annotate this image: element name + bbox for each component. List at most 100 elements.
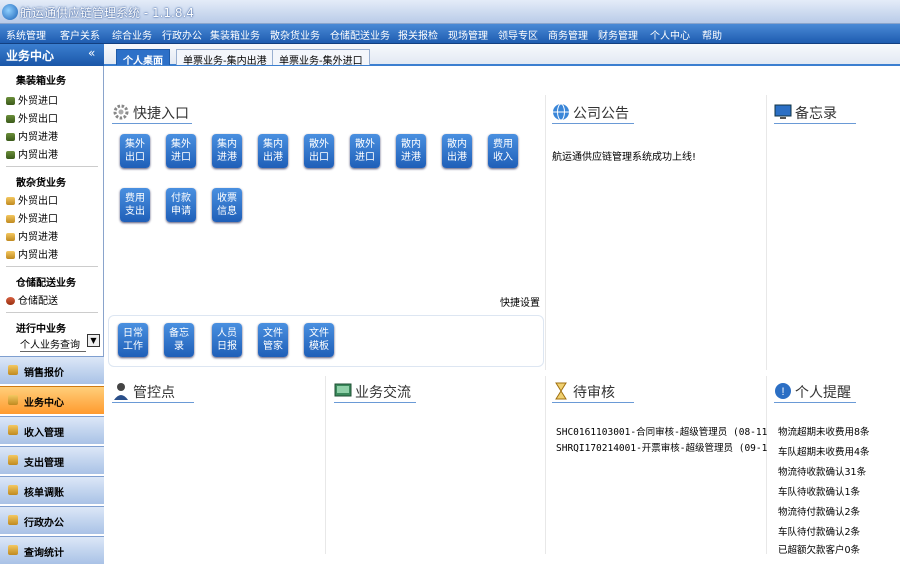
pending-review-title: 待审核 [552,382,615,402]
menu-help[interactable]: 帮助 [702,27,722,42]
cargo-icon [6,197,15,205]
reminder-item[interactable]: 物流待收款确认31条 [778,464,866,478]
nav-admin[interactable]: 行政办公 [0,506,104,534]
divider [545,95,546,370]
ship-icon [6,115,15,123]
quick-btn-container-export[interactable]: 集外 出口 [120,134,150,168]
monitor-icon [774,103,792,121]
menu-bulk[interactable]: 散杂货业务 [270,27,320,42]
lock-icon [8,485,18,495]
tab-container-import[interactable]: 单票业务-集外进口 [272,49,370,67]
ongoing-select-value: 个人业务查询 [20,336,86,352]
globe-icon [552,103,570,121]
info-icon: ! [774,382,792,400]
cargo-icon [6,215,15,223]
tab-container-outbound[interactable]: 单票业务-集内出港 [176,49,274,67]
control-point-title: 管控点 [112,382,175,402]
sidebar-section-bulk: 散杂货业务 [16,178,66,189]
business-exchange-title: 业务交流 [334,382,411,402]
title-underline [112,402,194,403]
tool-daily-report[interactable]: 人员 日报 [212,323,242,357]
title-underline [334,402,416,403]
sidebar-item[interactable]: 内贸进港 [6,228,58,243]
nav-expense[interactable]: 支出管理 [0,446,104,474]
title-underline [552,402,634,403]
menu-admin[interactable]: 行政办公 [162,27,202,42]
nav-sales-quote[interactable]: 销售报价 [0,356,104,384]
menu-site[interactable]: 现场管理 [448,27,488,42]
sidebar-item[interactable]: 内贸进港 [6,128,58,143]
menu-warehouse[interactable]: 仓储配送业务 [330,27,390,42]
sidebar-item[interactable]: 外贸进口 [6,92,58,107]
title-underline [112,123,192,124]
menu-leader[interactable]: 领导专区 [498,27,538,42]
reminder-item[interactable]: 车队待收款确认1条 [778,484,860,498]
title-underline [774,402,856,403]
chevron-down-icon[interactable]: ▼ [87,334,100,347]
sidebar-item[interactable]: 外贸出口 [6,110,58,125]
collapse-icon[interactable]: « [88,46,95,60]
menu-business[interactable]: 商务管理 [548,27,588,42]
quick-btn-domestic-in[interactable]: 集内 进港 [212,134,242,168]
divider [325,376,326,554]
ongoing-select[interactable]: 个人业务查询 ▼ [20,334,102,352]
reminder-item[interactable]: 物流待付款确认2条 [778,504,860,518]
title-underline [774,123,856,124]
menu-customs[interactable]: 报关报检 [398,27,438,42]
quick-btn-invoice-info[interactable]: 收票 信息 [212,188,242,222]
tool-memo[interactable]: 备忘录 [164,323,194,357]
person-icon [112,382,130,400]
reminder-item[interactable]: 物流超期未收费用8条 [778,424,870,438]
sidebar-item[interactable]: 内贸出港 [6,246,58,261]
quick-btn-container-import[interactable]: 集外 进口 [166,134,196,168]
nav-income[interactable]: 收入管理 [0,416,104,444]
income-icon [8,425,18,435]
tool-file-manager[interactable]: 文件 管家 [258,323,288,357]
quick-btn-fee-expense[interactable]: 费用 支出 [120,188,150,222]
menu-general[interactable]: 综合业务 [112,27,152,42]
review-item[interactable]: SHC0161103001-合同审核-超级管理员 (08-11 [556,424,767,438]
expense-icon [8,455,18,465]
quick-btn-fee-income[interactable]: 费用 收入 [488,134,518,168]
sidebar-section-container: 集装箱业务 [16,76,66,87]
quick-btn-bulk-import[interactable]: 散外 进口 [350,134,380,168]
tab-personal-desktop[interactable]: 个人桌面 [116,49,170,67]
tool-daily-work[interactable]: 日常 工作 [118,323,148,357]
title-underline [552,123,634,124]
divider [6,312,98,313]
sidebar-item[interactable]: 内贸出港 [6,146,58,161]
ship-icon [6,151,15,159]
quick-settings-link[interactable]: 快捷设置 [500,294,540,309]
sidebar-item[interactable]: 外贸进口 [6,210,58,225]
sidebar-item[interactable]: 外贸出口 [6,192,58,207]
sidebar-title: 业务中心 [6,49,55,63]
cargo-icon [6,251,15,259]
quick-btn-domestic-out[interactable]: 集内 出港 [258,134,288,168]
nav-business-center[interactable]: 业务中心 [0,386,104,414]
announcement-text[interactable]: 航运通供应链管理系统成功上线! [552,148,696,163]
menu-container[interactable]: 集装箱业务 [210,27,260,42]
nav-statistics[interactable]: 查询统计 [0,536,104,564]
reminder-item[interactable]: 车队超期未收费用4条 [778,444,870,458]
quick-btn-payment-request[interactable]: 付款 申请 [166,188,196,222]
memo-title: 备忘录 [774,103,837,123]
review-item[interactable]: SHRQI170214001-开票审核-超级管理员 (09-1 [556,440,767,454]
menu-system[interactable]: 系统管理 [6,27,46,42]
divider [545,376,546,554]
sidebar-item[interactable]: 仓储配送 [6,292,58,307]
quick-btn-bulk-domestic-out[interactable]: 散内 出港 [442,134,472,168]
menu-customer[interactable]: 客户关系 [60,27,100,42]
tool-file-template[interactable]: 文件 模板 [304,323,334,357]
quick-btn-bulk-export[interactable]: 散外 出口 [304,134,334,168]
nav-reconcile[interactable]: 核单调账 [0,476,104,504]
reminder-item[interactable]: 车队待付款确认2条 [778,524,860,538]
quick-btn-bulk-domestic-in[interactable]: 散内 进港 [396,134,426,168]
truck-icon [6,297,15,305]
sidebar-section-warehouse: 仓储配送业务 [16,278,76,289]
sales-icon [8,365,18,375]
menu-personal[interactable]: 个人中心 [650,27,690,42]
menu-finance[interactable]: 财务管理 [598,27,638,42]
window-title: 航运通供应链管理系统 - 1.1.8.4 [20,6,194,20]
document-icon [8,515,18,525]
divider [6,266,98,267]
